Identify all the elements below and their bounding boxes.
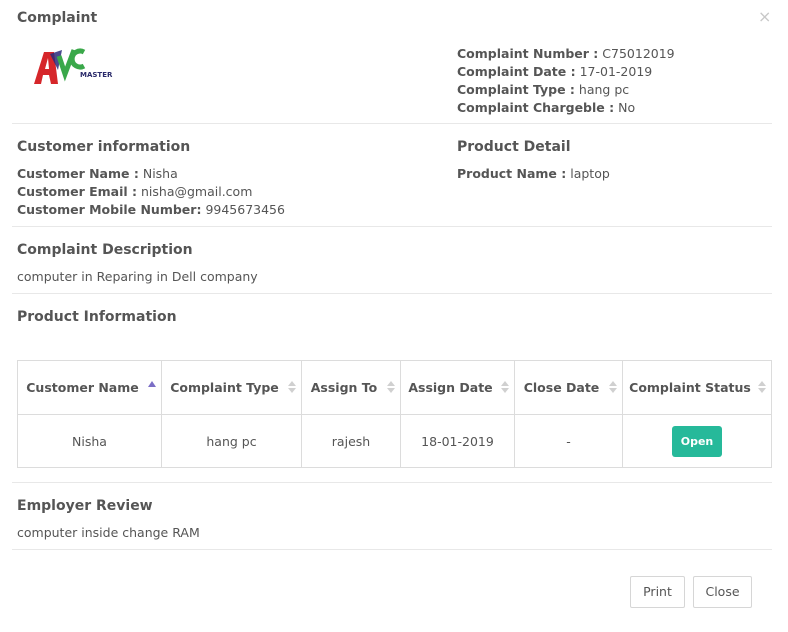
cell-close-date: -	[514, 414, 623, 468]
product-name-label: Product Name :	[457, 166, 567, 181]
column-header-label: Complaint Status	[629, 380, 751, 395]
complaint-number-label: Complaint Number :	[457, 46, 599, 61]
customer-email: Customer Email : nisha@gmail.com	[17, 183, 252, 201]
customer-email-value: nisha@gmail.com	[141, 184, 253, 199]
complaint-date-label: Complaint Date :	[457, 64, 576, 79]
sort-icon[interactable]	[609, 380, 617, 394]
print-button[interactable]: Print	[630, 576, 685, 608]
column-header-label: Assign To	[310, 380, 378, 395]
complaint-description-heading: Complaint Description	[17, 242, 193, 258]
divider	[12, 293, 772, 294]
column-header-assign-date[interactable]: Assign Date	[400, 360, 515, 415]
cell-assign-to: rajesh	[301, 414, 401, 468]
complaint-chargeable-value: No	[618, 100, 636, 115]
product-name: Product Name : laptop	[457, 165, 610, 183]
complaint-modal: Complaint × MASTER Complaint Number : C7…	[0, 0, 788, 632]
sort-ascending-icon[interactable]	[148, 380, 156, 394]
column-header-customer-name[interactable]: Customer Name	[17, 360, 162, 415]
product-detail-heading: Product Detail	[457, 139, 571, 155]
close-button[interactable]: Close	[693, 576, 752, 608]
complaint-chargeable: Complaint Chargeble : No	[457, 99, 675, 117]
logo-text: MASTER	[80, 71, 113, 79]
column-header-label: Close Date	[523, 380, 600, 395]
cell-complaint-status: Open	[622, 414, 772, 468]
product-information-heading: Product Information	[17, 309, 177, 325]
customer-name-value: Nisha	[142, 166, 178, 181]
sort-icon[interactable]	[501, 380, 509, 394]
column-header-label: Customer Name	[26, 380, 139, 395]
complaint-number: Complaint Number : C75012019	[457, 45, 675, 63]
complaint-type: Complaint Type : hang pc	[457, 81, 675, 99]
customer-mobile: Customer Mobile Number: 9945673456	[17, 201, 285, 219]
complaint-date-value: 17-01-2019	[579, 64, 653, 79]
divider	[12, 226, 772, 227]
divider	[12, 549, 772, 550]
complaint-description-text: computer in Reparing in Dell company	[17, 269, 258, 284]
customer-mobile-value: 9945673456	[205, 202, 285, 217]
divider	[12, 482, 772, 483]
column-header-label: Assign Date	[408, 380, 493, 395]
complaint-chargeable-label: Complaint Chargeble :	[457, 100, 615, 115]
cell-customer-name: Nisha	[17, 414, 162, 468]
status-open-button[interactable]: Open	[671, 425, 723, 457]
divider	[12, 123, 772, 124]
employer-review-text: computer inside change RAM	[17, 525, 200, 540]
customer-email-label: Customer Email :	[17, 184, 138, 199]
complaint-number-value: C75012019	[602, 46, 675, 61]
column-header-label: Complaint Type	[170, 380, 279, 395]
company-logo: MASTER	[32, 44, 122, 86]
close-icon[interactable]: ×	[758, 8, 771, 26]
column-header-assign-to[interactable]: Assign To	[301, 360, 401, 415]
complaint-type-label: Complaint Type :	[457, 82, 575, 97]
column-header-close-date[interactable]: Close Date	[514, 360, 623, 415]
customer-name-label: Customer Name :	[17, 166, 139, 181]
complaint-date: Complaint Date : 17-01-2019	[457, 63, 675, 81]
customer-name: Customer Name : Nisha	[17, 165, 178, 183]
sort-icon[interactable]	[387, 380, 395, 394]
cell-assign-date: 18-01-2019	[400, 414, 515, 468]
table-header-row: Customer Name Complaint Type Assign To A…	[17, 360, 772, 415]
customer-info-heading: Customer information	[17, 139, 191, 155]
complaint-meta: Complaint Number : C75012019 Complaint D…	[457, 45, 675, 117]
product-name-value: laptop	[570, 166, 610, 181]
cell-complaint-type: hang pc	[161, 414, 302, 468]
sort-icon[interactable]	[288, 380, 296, 394]
employer-review-heading: Employer Review	[17, 498, 153, 514]
column-header-complaint-status[interactable]: Complaint Status	[622, 360, 772, 415]
modal-title: Complaint	[17, 10, 98, 26]
table-row: Nisha hang pc rajesh 18-01-2019 - Open	[17, 414, 772, 468]
complaint-type-value: hang pc	[578, 82, 630, 97]
product-information-table: Customer Name Complaint Type Assign To A…	[17, 360, 772, 468]
sort-icon[interactable]	[758, 380, 766, 394]
column-header-complaint-type[interactable]: Complaint Type	[161, 360, 302, 415]
logo-graphic: MASTER	[34, 48, 113, 84]
customer-mobile-label: Customer Mobile Number:	[17, 202, 202, 217]
